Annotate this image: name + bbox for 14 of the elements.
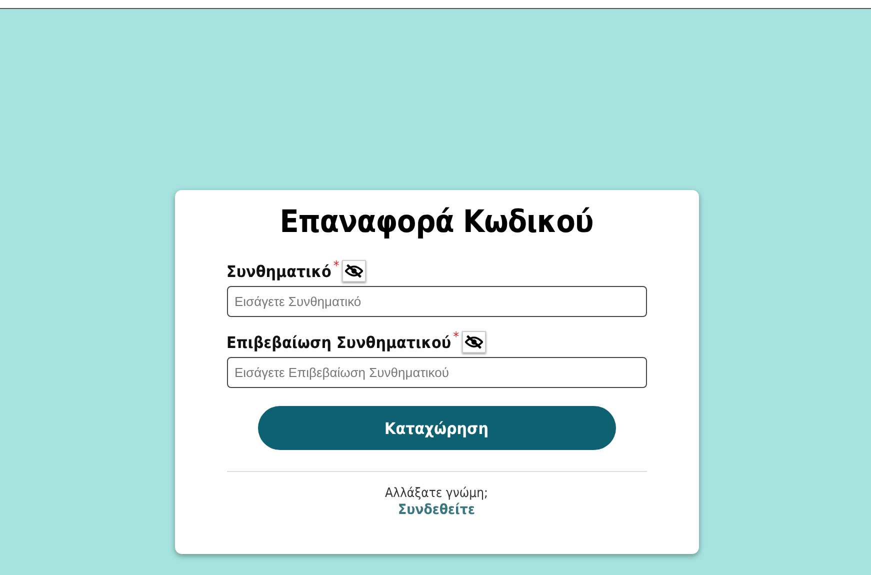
login-link[interactable]: Συνδεθείτε: [398, 502, 475, 518]
visibility-toggle[interactable]: [342, 260, 366, 282]
form-title: Επαναφορά Κωδικού: [278, 204, 594, 240]
field-label: Συνθηματικό: [226, 262, 332, 280]
password-field[interactable]: Εισάγετε Επιβεβαίωση Συνθηματικού: [226, 357, 646, 388]
eye-slash-icon: [345, 264, 364, 278]
visibility-toggle[interactable]: [462, 331, 486, 353]
submit-button[interactable]: Καταχώρηση: [258, 406, 616, 450]
eye-slash-icon: [464, 335, 483, 349]
field-label: Επιβεβαίωση Συνθηματικού: [226, 332, 452, 352]
footer-text: Αλλάξατε γνώμη;: [384, 486, 489, 501]
required-mark: *: [333, 259, 340, 274]
required-mark: *: [453, 330, 459, 345]
password-field[interactable]: Εισάγετε Συνθηματικό: [226, 286, 646, 317]
